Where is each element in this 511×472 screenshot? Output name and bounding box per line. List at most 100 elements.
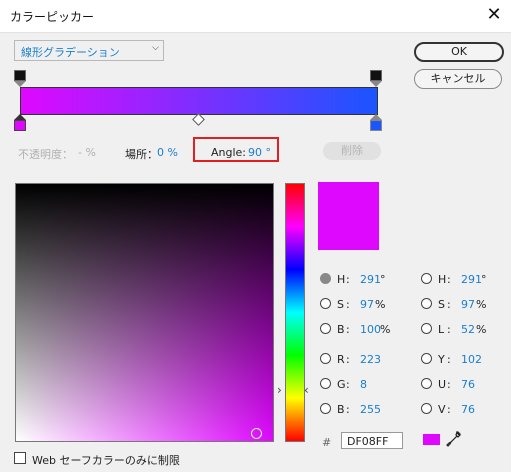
- saturation-brightness-field[interactable]: [15, 183, 274, 442]
- field-label: S: [438, 298, 445, 311]
- chevron-down-icon: ⌵: [152, 43, 159, 53]
- field-right-u-4: U:76: [421, 377, 501, 393]
- field-colon: :: [346, 298, 350, 311]
- field-label: Y: [438, 353, 445, 366]
- cancel-button[interactable]: キャンセル: [414, 69, 502, 89]
- hex-prefix: #: [322, 436, 332, 449]
- field-left-s-1: S:97%: [320, 297, 405, 313]
- hex-input[interactable]: DF08FF: [341, 432, 403, 449]
- gradient-midpoint-handle[interactable]: [192, 113, 205, 126]
- title-bar: カラーピッカー ✕: [0, 0, 511, 33]
- field-right-s-1: S:97%: [421, 297, 501, 313]
- radio-button[interactable]: [320, 403, 331, 414]
- location-label: 場所：: [125, 148, 158, 161]
- field-value[interactable]: 97: [461, 298, 475, 311]
- field-label: B: [337, 403, 345, 416]
- color-swatch-small[interactable]: [423, 434, 440, 445]
- field-value[interactable]: 102: [461, 353, 482, 366]
- current-color-swatch: [318, 182, 379, 250]
- field-value[interactable]: 8: [360, 378, 367, 391]
- field-right-y-3: Y:102: [421, 352, 501, 368]
- color-picker-dialog: カラーピッカー ✕ 線形グラデーション ⌵ OK キャンセル 不透明度： - %…: [0, 0, 511, 472]
- field-value[interactable]: 255: [360, 403, 381, 416]
- field-value[interactable]: 76: [461, 403, 475, 416]
- field-label: R: [337, 353, 345, 366]
- radio-button[interactable]: [320, 378, 331, 389]
- field-left-h-0: H:291 °: [320, 272, 405, 288]
- web-colors-only-label: Web セーフカラーのみに制限: [32, 454, 180, 467]
- radio-button[interactable]: [421, 323, 432, 334]
- field-colon: :: [447, 323, 451, 336]
- radio-button[interactable]: [421, 353, 432, 364]
- delete-button[interactable]: 削除: [323, 142, 381, 160]
- field-right-h-0: H:291 °: [421, 272, 501, 288]
- field-label: G: [337, 378, 346, 391]
- field-unit: %: [476, 323, 487, 336]
- field-label: B: [337, 323, 345, 336]
- hue-slider-right-arrow[interactable]: ‹: [304, 383, 309, 397]
- hue-slider[interactable]: [285, 183, 305, 442]
- field-colon: :: [447, 353, 451, 366]
- field-right-v-5: V:76: [421, 402, 501, 418]
- field-colon: :: [346, 403, 350, 416]
- field-colon: :: [346, 323, 350, 336]
- radio-button[interactable]: [421, 298, 432, 309]
- field-unit: °: [380, 273, 386, 286]
- field-colon: :: [447, 273, 451, 286]
- hue-slider-left-arrow[interactable]: ›: [277, 383, 282, 397]
- field-colon: :: [346, 378, 350, 391]
- color-field-cursor[interactable]: [251, 428, 262, 439]
- gradient-type-select[interactable]: 線形グラデーション ⌵: [14, 40, 164, 61]
- field-left-b-5: B:255: [320, 402, 405, 418]
- field-value[interactable]: 223: [360, 353, 381, 366]
- field-left-b-2: B:100%: [320, 322, 405, 338]
- opacity-stop-left[interactable]: [14, 70, 26, 88]
- radio-button[interactable]: [421, 403, 432, 414]
- field-left-r-3: R:223: [320, 352, 405, 368]
- opacity-label: 不透明度：: [18, 148, 73, 161]
- field-colon: :: [447, 403, 451, 416]
- radio-button[interactable]: [320, 273, 331, 284]
- field-label: U: [438, 378, 447, 391]
- field-colon: :: [346, 353, 350, 366]
- radio-button[interactable]: [320, 353, 331, 364]
- field-label: H: [438, 273, 447, 286]
- radio-button[interactable]: [421, 273, 432, 284]
- angle-value[interactable]: 90 °: [248, 146, 271, 159]
- radio-button[interactable]: [320, 298, 331, 309]
- field-label: H: [337, 273, 346, 286]
- opacity-stop-right[interactable]: [370, 70, 382, 88]
- radio-button[interactable]: [320, 323, 331, 334]
- close-icon[interactable]: ✕: [483, 4, 505, 26]
- color-stop-left[interactable]: [14, 114, 26, 132]
- field-value[interactable]: 100: [360, 323, 381, 336]
- angle-label: Angle:: [211, 146, 247, 159]
- field-value[interactable]: 291: [360, 273, 381, 286]
- gradient-type-value: 線形グラデーション: [21, 46, 120, 59]
- color-stop-right[interactable]: [370, 114, 382, 132]
- field-unit: %: [380, 323, 391, 336]
- field-colon: :: [346, 273, 350, 286]
- location-value[interactable]: 0 %: [157, 146, 178, 159]
- field-colon: :: [447, 378, 451, 391]
- field-colon: :: [447, 298, 451, 311]
- field-value[interactable]: 76: [461, 378, 475, 391]
- field-value[interactable]: 52: [461, 323, 475, 336]
- ok-button[interactable]: OK: [414, 42, 504, 62]
- field-label: V: [438, 403, 446, 416]
- field-label: L: [438, 323, 445, 336]
- gradient-bar[interactable]: [20, 87, 378, 115]
- field-label: S: [337, 298, 344, 311]
- opacity-value[interactable]: - %: [78, 146, 96, 159]
- field-value[interactable]: 97: [360, 298, 374, 311]
- web-colors-only-checkbox[interactable]: [14, 452, 26, 464]
- field-unit: %: [476, 298, 487, 311]
- field-right-l-2: L:52%: [421, 322, 501, 338]
- field-unit: °: [481, 273, 487, 286]
- window-title: カラーピッカー: [10, 10, 95, 24]
- radio-button[interactable]: [421, 378, 432, 389]
- field-unit: %: [375, 298, 386, 311]
- eyedropper-icon[interactable]: [446, 430, 462, 448]
- field-value[interactable]: 291: [461, 273, 482, 286]
- field-left-g-4: G:8: [320, 377, 405, 393]
